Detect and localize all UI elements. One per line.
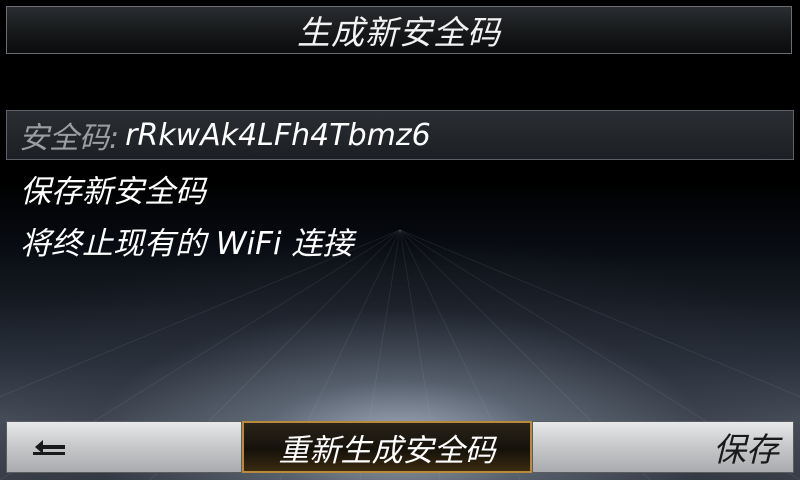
regenerate-code-button[interactable]: 重新生成安全码 xyxy=(242,421,532,473)
security-code-row[interactable]: 安全码: rRkwAk4LFh4Tbmz6 xyxy=(6,110,794,160)
back-arrow-icon xyxy=(33,440,65,455)
title-bar: 生成新安全码 xyxy=(6,6,792,54)
security-code-label: 安全码: xyxy=(19,121,120,156)
save-button[interactable]: 保存 xyxy=(532,421,794,473)
page-title: 生成新安全码 xyxy=(297,13,501,52)
message-save-new-code: 保存新安全码 xyxy=(20,174,206,210)
bottom-bar: 重新生成安全码 保存 xyxy=(6,421,794,473)
back-button[interactable] xyxy=(6,421,242,473)
message-wifi-terminate: 将终止现有的 WiFi 连接 xyxy=(20,226,354,262)
security-code-value: rRkwAk4LFh4Tbmz6 xyxy=(125,117,431,153)
screen: 生成新安全码 安全码: rRkwAk4LFh4Tbmz6 保存新安全码 将终止现… xyxy=(0,0,800,480)
